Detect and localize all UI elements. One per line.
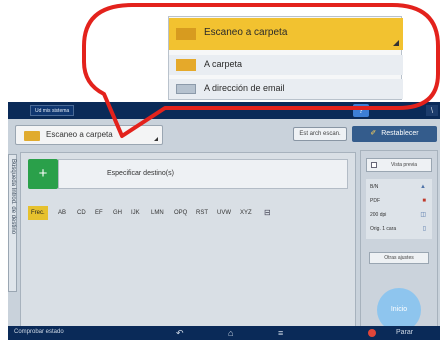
setting-resolution[interactable]: 200 dpi ◫ xyxy=(370,209,428,221)
back-icon[interactable]: ↶ xyxy=(176,326,184,340)
top-status-bar: Ud mis sistema ? \ xyxy=(8,102,440,119)
reset-button-label: Restablecer xyxy=(381,130,419,137)
tab-ijk[interactable]: IJK xyxy=(131,206,140,220)
setting-label: 200 dpi xyxy=(370,212,387,218)
search-destination-side-tab[interactable]: Búsqueda Introd. de destino xyxy=(8,154,17,292)
reset-button[interactable]: ✐ Restablecer xyxy=(352,126,437,142)
scan-settings-panel: Vista previa B/N ▲ PDF ■ 200 dpi ◫ Orig.… xyxy=(360,150,438,334)
preview-toggle[interactable]: Vista previa xyxy=(366,158,432,172)
tab-ab[interactable]: AB xyxy=(58,206,66,220)
tab-lmn[interactable]: LMN xyxy=(151,206,164,220)
menu-icon[interactable]: ≡ xyxy=(278,326,283,340)
menu-item-label: Escaneo a carpeta xyxy=(204,27,288,38)
other-settings-button[interactable]: Otras ajustes xyxy=(369,252,429,264)
setting-file-type[interactable]: PDF ■ xyxy=(370,195,428,207)
scanner-screen: Ud mis sistema ? \ Escaneo a carpeta Est… xyxy=(8,102,440,340)
address-book-icon[interactable]: ⊟ xyxy=(264,206,271,220)
preview-checkbox[interactable] xyxy=(371,162,377,168)
menu-item-label: A dirección de email xyxy=(204,83,285,93)
help-button[interactable]: ? xyxy=(353,104,369,117)
bottom-bar: Comprobar estado ↶ ⌂ ≡ Parar xyxy=(8,326,440,340)
tab-opq[interactable]: OPQ xyxy=(174,206,187,220)
check-status-button[interactable]: Comprobar estado xyxy=(14,329,64,335)
triangle-icon: ▲ xyxy=(420,184,426,190)
dropdown-corner-icon xyxy=(154,137,158,141)
destination-type-select[interactable]: Escaneo a carpeta xyxy=(15,125,163,145)
destination-type-menu-zoom: Escaneo a carpeta A carpeta A dirección … xyxy=(168,16,403,100)
setting-color-mode[interactable]: B/N ▲ xyxy=(370,181,428,193)
add-destination-button[interactable]: + xyxy=(28,159,58,189)
menu-item-label: A carpeta xyxy=(204,59,243,69)
tab-cd[interactable]: CD xyxy=(77,206,86,220)
specify-destination-field[interactable]: Especificar destino(s) xyxy=(58,159,348,189)
destination-type-label: Escaneo a carpeta xyxy=(46,130,113,139)
tab-ef[interactable]: EF xyxy=(95,206,103,220)
home-icon[interactable]: ⌂ xyxy=(228,326,233,340)
scan-settings-list: B/N ▲ PDF ■ 200 dpi ◫ Orig. 1 cara ▯ xyxy=(366,179,432,239)
destination-panel: + Especificar destino(s) Frec. AB CD EF … xyxy=(20,152,356,334)
setting-label: PDF xyxy=(370,198,380,204)
setting-label: Orig. 1 cara xyxy=(370,226,397,232)
menu-item-scan-to-folder[interactable]: Escaneo a carpeta xyxy=(169,18,403,50)
stop-button[interactable]: Parar xyxy=(396,329,413,336)
scanned-files-status-button[interactable]: Est arch escan. xyxy=(293,127,347,141)
menu-item-to-email[interactable]: A dirección de email xyxy=(169,79,403,99)
reset-arrow-icon: ✐ xyxy=(370,130,377,137)
page-icon: ▯ xyxy=(422,226,426,232)
topbar-tag[interactable]: Ud mis sistema xyxy=(30,105,75,116)
setting-original-sides[interactable]: Orig. 1 cara ▯ xyxy=(370,223,428,235)
specify-destination-label: Especificar destino(s) xyxy=(107,170,174,177)
alphabet-index-tabs: Frec. AB CD EF GH IJK LMN OPQ RST UVW XY… xyxy=(28,206,348,221)
pdf-icon: ■ xyxy=(422,198,426,204)
user-button[interactable]: \ xyxy=(426,105,438,116)
tab-frequent[interactable]: Frec. xyxy=(28,206,48,220)
tab-uvw[interactable]: UVW xyxy=(217,206,231,220)
folder-icon xyxy=(176,59,196,71)
folder-icon xyxy=(24,131,40,141)
dropdown-corner-icon xyxy=(393,40,399,46)
side-tab-label: Búsqueda Introd. de destino xyxy=(10,159,16,235)
preview-label: Vista previa xyxy=(391,162,418,168)
tab-xyz[interactable]: XYZ xyxy=(240,206,252,220)
envelope-icon xyxy=(176,84,196,94)
dpi-icon: ◫ xyxy=(420,212,426,218)
tab-rst[interactable]: RST xyxy=(196,206,208,220)
setting-label: B/N xyxy=(370,184,379,190)
menu-item-to-folder[interactable]: A carpeta xyxy=(169,55,403,75)
stop-icon[interactable] xyxy=(368,329,376,337)
folder-icon xyxy=(176,28,196,40)
tab-gh[interactable]: GH xyxy=(113,206,122,220)
